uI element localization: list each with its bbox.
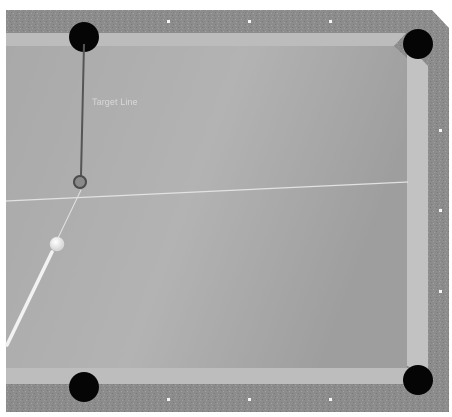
ghost-ball[interactable] — [73, 175, 87, 189]
diamond-marker — [167, 20, 170, 23]
diamond-marker — [329, 398, 332, 401]
pool-table-scene[interactable] — [0, 0, 452, 417]
bottom-cushion — [6, 368, 421, 384]
cue-ball[interactable] — [49, 236, 65, 252]
diamond-marker — [248, 398, 251, 401]
diamond-marker — [167, 398, 170, 401]
pocket-bottom-right[interactable] — [403, 365, 433, 395]
pocket-bottom-left[interactable] — [69, 372, 99, 402]
table-felt[interactable] — [6, 46, 407, 368]
diamond-marker — [439, 290, 442, 293]
right-cushion — [407, 44, 428, 374]
diamond-marker — [439, 209, 442, 212]
pocket-top-right[interactable] — [403, 29, 433, 59]
diamond-marker — [329, 20, 332, 23]
diamond-marker — [248, 20, 251, 23]
top-cushion — [6, 33, 406, 46]
diamond-marker — [439, 129, 442, 132]
